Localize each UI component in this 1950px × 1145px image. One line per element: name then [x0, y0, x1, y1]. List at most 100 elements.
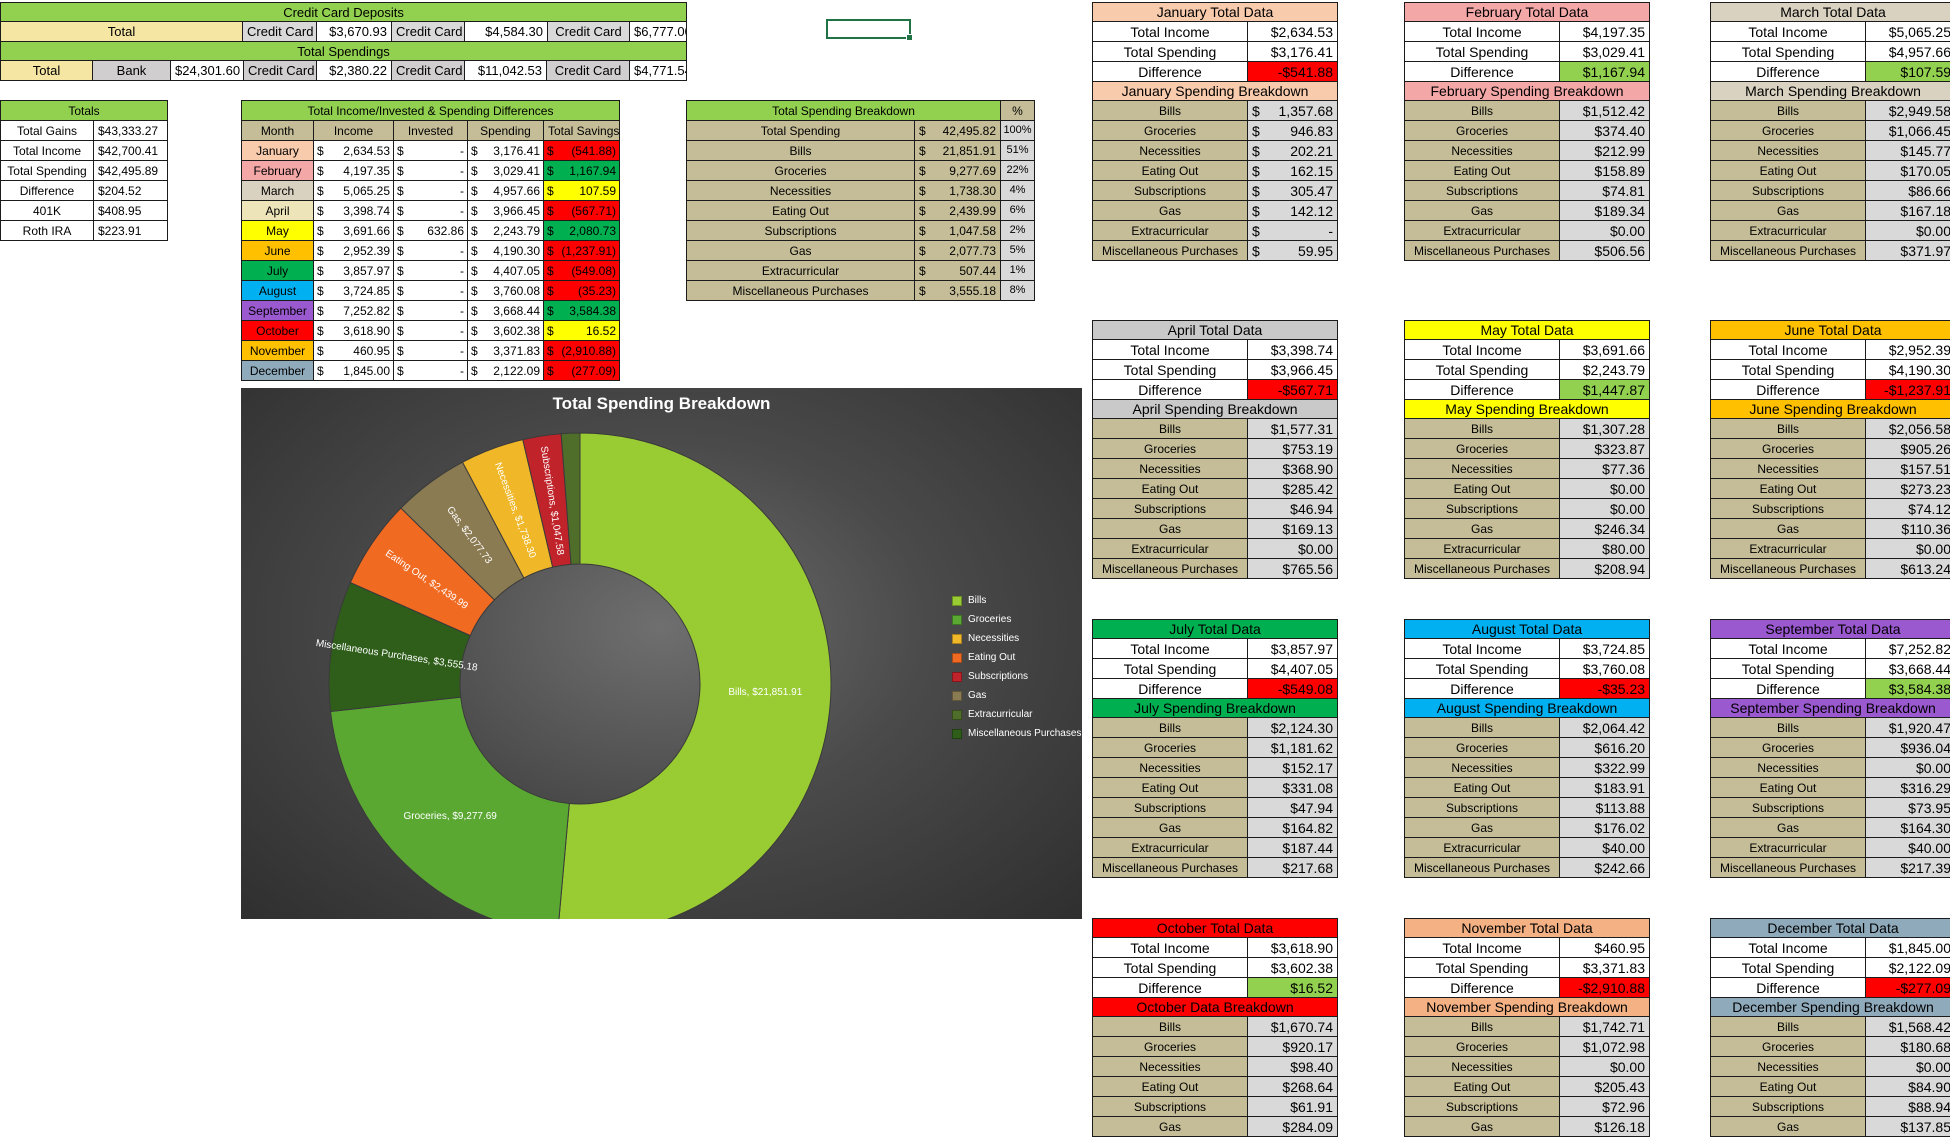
month-row: Necessities $0.00	[1710, 1056, 1950, 1077]
legend-item[interactable]: Gas	[952, 686, 1081, 705]
month-row: Total Income $2,634.53	[1092, 21, 1339, 42]
savings-cell-value: (277.09)	[571, 363, 617, 378]
breakdown-item-label: Necessities	[1092, 458, 1248, 479]
spending-cell: $3,029.41	[467, 160, 544, 181]
breakdown-item-label: Groceries	[1710, 737, 1866, 758]
breakdown-pct: 8%	[1000, 280, 1036, 301]
month-row: Extracurricular $80.00	[1404, 538, 1650, 559]
savings-cell-value: (2,910.88)	[561, 343, 617, 358]
breakdown-item-label: Bills	[1710, 100, 1866, 121]
spending-cell: $4,407.05	[467, 260, 544, 281]
income-cell-value: 3,691.66	[343, 223, 390, 238]
month-row: Total Spending $3,602.38	[1092, 957, 1339, 978]
donut-slice-groceries[interactable]	[329, 696, 570, 919]
legend-swatch	[952, 595, 962, 606]
month-card-april: April Total Data Total Income $3,398.74 Tot…	[1092, 320, 1338, 579]
breakdown-item-label: Miscellaneous Purchases	[1092, 558, 1248, 579]
invested-cell: $ -	[393, 160, 468, 181]
totals-value: $204.52	[92, 180, 169, 201]
month-card-february: February Total Data Total Income $4,197.35…	[1403, 2, 1651, 261]
legend-item[interactable]: Necessities	[952, 629, 1081, 648]
month-row: Groceries $920.17	[1092, 1036, 1339, 1057]
breakdown-category: Miscellaneous Purchases	[686, 280, 915, 301]
month-row: Difference -$35.23	[1404, 678, 1651, 699]
donut-slice-bills[interactable]	[558, 432, 832, 919]
dollar-sign: $	[397, 223, 404, 238]
breakdown-pct: 5%	[1000, 240, 1036, 261]
legend-swatch	[952, 652, 962, 663]
savings-cell: $1,167.94	[542, 160, 621, 181]
breakdown-item-value: $217.68	[1246, 857, 1339, 878]
breakdown-item-value: $77.36	[1559, 458, 1650, 479]
breakdown-item-value: $305.47	[1246, 180, 1339, 201]
breakdown-item-label: Subscriptions	[1092, 180, 1248, 201]
month-difference-label: Difference	[1092, 977, 1248, 998]
breakdown-item-value: $1,181.62	[1246, 737, 1339, 758]
month-difference-value: -$35.23	[1558, 678, 1651, 699]
month-row: Total Income $1,845.00	[1710, 937, 1950, 958]
month-row: Bills $1,568.42	[1710, 1016, 1950, 1037]
breakdown-item-label: Bills	[1404, 100, 1560, 121]
legend-item[interactable]: Eating Out	[952, 648, 1081, 667]
breakdown-pct: 4%	[1000, 180, 1036, 201]
legend-item[interactable]: Bills	[952, 591, 1081, 610]
spending-source: Credit Card	[546, 60, 630, 81]
breakdown-item-label: Necessities	[1710, 140, 1866, 161]
breakdown-item-label: Extracurricular	[1092, 220, 1248, 241]
legend-item[interactable]: Subscriptions	[952, 667, 1081, 686]
month-card-november: November Total Data Total Income $460.95 To…	[1404, 918, 1650, 1137]
breakdown-item-value: $1,568.42	[1865, 1016, 1950, 1037]
breakdown-item-label: Eating Out	[1404, 1076, 1560, 1097]
month-difference-value: -$541.88	[1246, 61, 1339, 82]
spending-donut-chart[interactable]: Total Spending Breakdown Bills, $21,851.…	[241, 388, 1082, 919]
breakdown-item-label: Bills	[1404, 717, 1560, 738]
month-income-value: $3,857.97	[1246, 638, 1339, 659]
breakdown-item-value: $1,066.45	[1864, 120, 1950, 141]
legend-item[interactable]: Extracurricular	[952, 705, 1081, 724]
month-row: March Spending Breakdown	[1709, 81, 1950, 101]
month-row: Subscriptions $113.88	[1404, 797, 1651, 818]
breakdown-item-value: $110.36	[1865, 518, 1950, 539]
breakdown-item-value: $323.87	[1559, 438, 1650, 459]
month-row: Subscriptions $0.00	[1404, 498, 1650, 519]
month-row: Total Spending $2,122.09	[1710, 957, 1950, 978]
month-row: Bills $1,307.28	[1404, 418, 1650, 439]
month-row: Gas $164.82	[1092, 817, 1339, 838]
spending-cell: $3,966.45	[467, 200, 544, 221]
month-income-label: Total Income	[1404, 339, 1560, 360]
breakdown-item-label: Groceries	[1092, 438, 1248, 459]
breakdown-item-value: $170.05	[1864, 160, 1950, 181]
income-row: March $5,065.25 $ - $4,957.66 $107.59	[241, 180, 621, 201]
legend-label: Bills	[968, 595, 987, 606]
totals-row: Total Income $42,700.41	[0, 140, 169, 161]
month-row: Gas $110.36	[1710, 518, 1950, 539]
month-income-label: Total Income	[1092, 21, 1248, 42]
breakdown-amount-value: 2,439.99	[949, 203, 997, 218]
month-spending-label: Total Spending	[1092, 41, 1248, 62]
breakdown-item-value: $1,920.47	[1865, 717, 1950, 738]
legend-item[interactable]: Groceries	[952, 610, 1081, 629]
month-row: Subscriptions $46.94	[1092, 498, 1338, 519]
income-cell: $3,857.97	[313, 260, 394, 281]
invested-cell-value: -	[460, 243, 464, 258]
breakdown-table-title: Total Spending Breakdown	[685, 100, 1002, 121]
breakdown-item-value: $59.95	[1246, 240, 1339, 261]
breakdown-item-value: $1,072.98	[1559, 1036, 1650, 1057]
month-spending-label: Total Spending	[1710, 359, 1866, 380]
breakdown-item-amount: 59.95	[1297, 242, 1334, 259]
savings-cell: $ (541.88)	[542, 140, 621, 161]
income-cell-value: 3,398.74	[343, 203, 390, 218]
month-difference-label: Difference	[1404, 379, 1560, 400]
month-row: Eating Out $162.15	[1092, 160, 1339, 181]
month-spending-value: $3,760.08	[1558, 658, 1651, 679]
breakdown-item-label: Groceries	[1710, 1036, 1866, 1057]
active-cell-selection[interactable]	[826, 19, 913, 41]
month-row: Bills $1,512.42	[1404, 100, 1651, 121]
dollar-sign: $	[397, 303, 404, 318]
legend-item[interactable]: Miscellaneous Purchases	[952, 724, 1081, 743]
dollar-sign: $	[471, 363, 478, 378]
deposit-source: Credit Card	[391, 21, 465, 42]
month-income-value: $4,197.35	[1558, 21, 1651, 42]
dollar-sign: $	[471, 343, 478, 358]
breakdown-amount: $42,495.82	[913, 120, 1002, 141]
